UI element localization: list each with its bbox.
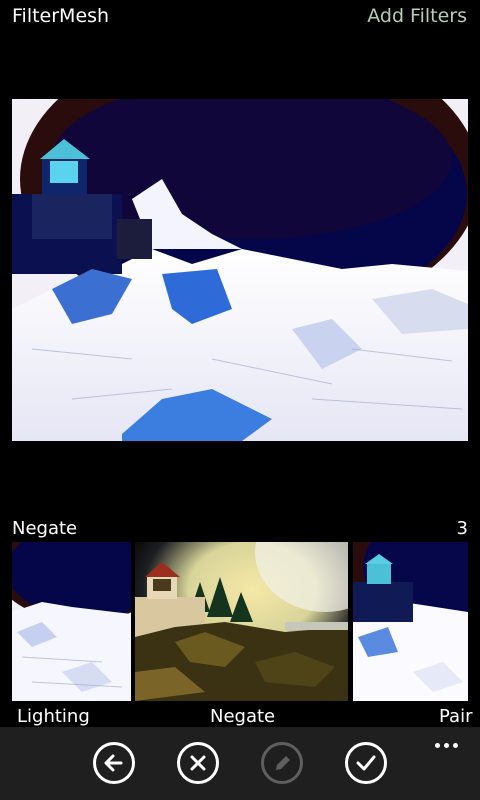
thumbnail-pair[interactable] bbox=[353, 542, 468, 701]
thumbnail-lighting[interactable] bbox=[12, 542, 131, 701]
add-filters-link[interactable]: Add Filters bbox=[367, 5, 467, 27]
thumbnail-label-lighting[interactable]: Lighting bbox=[17, 706, 90, 726]
app-bar bbox=[0, 727, 480, 800]
cancel-button[interactable] bbox=[177, 742, 219, 784]
edit-button bbox=[261, 742, 303, 784]
x-icon bbox=[190, 755, 206, 771]
back-button[interactable] bbox=[93, 742, 135, 784]
filter-thumbnail-strip[interactable]: Lighting Negate Pair bbox=[0, 542, 480, 726]
filter-count: 3 bbox=[456, 518, 468, 539]
thumbnail-negate[interactable] bbox=[135, 542, 348, 701]
filter-info-row: Negate 3 bbox=[0, 518, 480, 542]
current-filter-name: Negate bbox=[12, 518, 78, 539]
check-icon bbox=[356, 755, 376, 771]
app-title: FilterMesh bbox=[12, 5, 110, 27]
header: FilterMesh Add Filters bbox=[0, 0, 480, 34]
thumbnail-label-negate[interactable]: Negate bbox=[210, 706, 275, 726]
preview-image bbox=[12, 99, 468, 441]
accept-button[interactable] bbox=[345, 742, 387, 784]
thumbnail-label-pair[interactable]: Pair bbox=[439, 706, 472, 726]
pencil-icon bbox=[276, 756, 290, 770]
arrow-left-icon bbox=[104, 754, 123, 772]
ellipsis-icon[interactable] bbox=[431, 733, 458, 752]
